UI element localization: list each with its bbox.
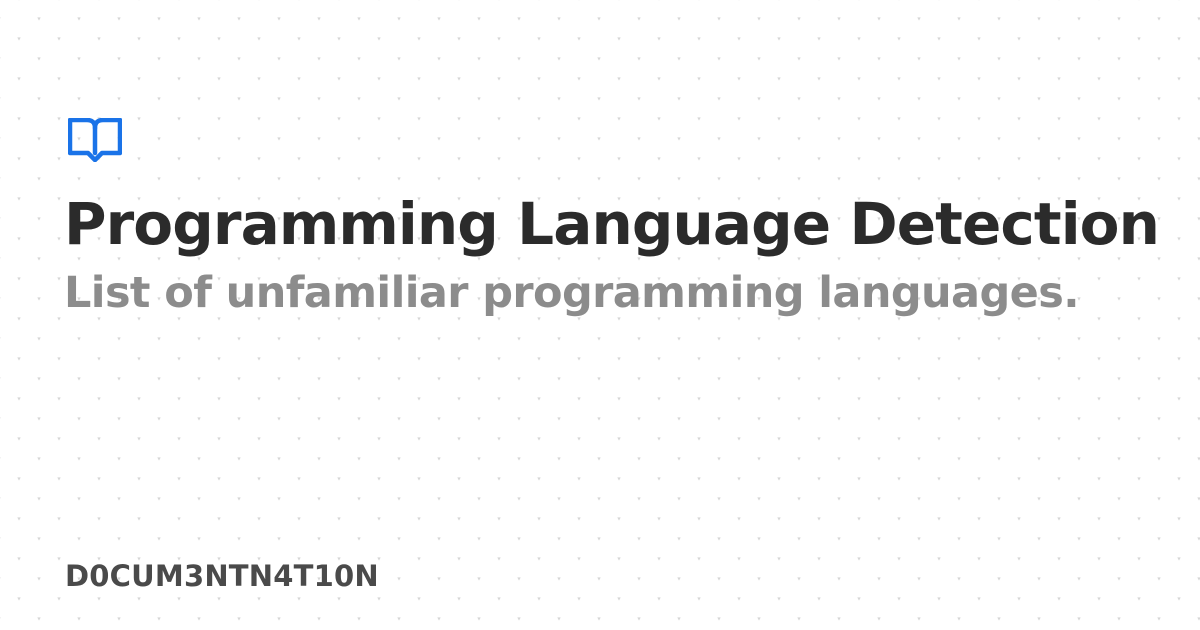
page-subtitle: List of unfamiliar programming languages… xyxy=(64,268,1080,318)
page-title: Programming Language Detection xyxy=(64,190,1160,258)
site-brand: D0CUM3NTN4T10N xyxy=(65,559,379,593)
book-icon xyxy=(68,118,122,162)
